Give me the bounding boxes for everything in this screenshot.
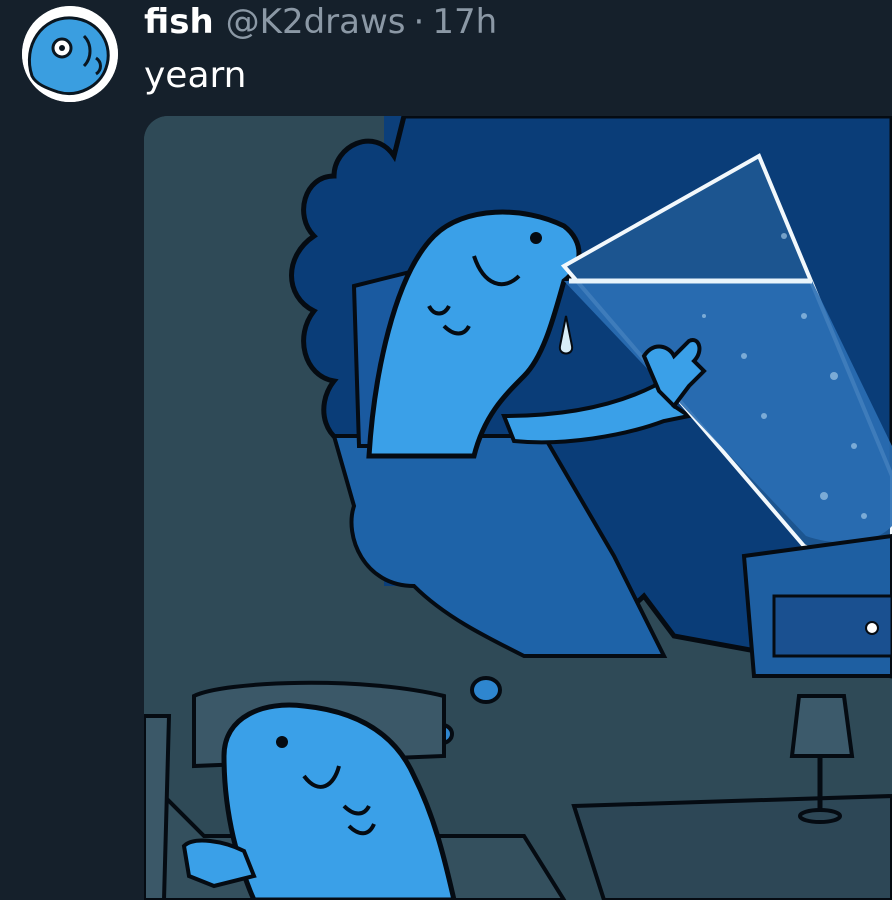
fish-avatar-icon: [22, 6, 118, 102]
comic-illustration: [144, 116, 892, 900]
tweet-header: fish @K2draws · 17h: [144, 2, 497, 42]
timestamp[interactable]: 17h: [432, 2, 497, 42]
tweet: fish @K2draws · 17h yearn: [0, 0, 892, 900]
tweet-text: yearn: [144, 55, 247, 96]
display-name[interactable]: fish: [144, 2, 214, 42]
tweet-media[interactable]: [144, 116, 892, 900]
user-handle[interactable]: @K2draws: [226, 2, 406, 42]
separator-dot: ·: [413, 2, 425, 42]
avatar[interactable]: [22, 6, 118, 102]
